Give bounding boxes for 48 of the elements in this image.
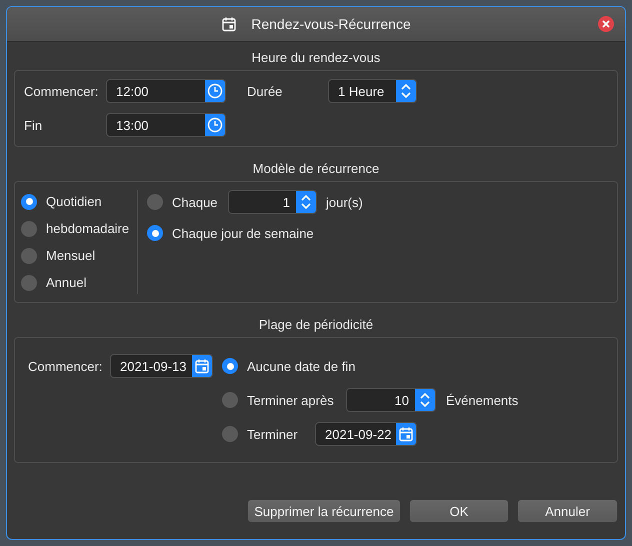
up-down-arrows-icon <box>400 82 412 100</box>
radio-button[interactable] <box>222 358 238 374</box>
radio-button[interactable] <box>222 392 238 408</box>
clock-icon <box>207 83 223 99</box>
up-down-arrows-icon <box>300 193 312 211</box>
radio-label: Chaque jour de semaine <box>172 226 314 240</box>
date-field[interactable]: 2021-09-13 <box>110 354 213 378</box>
radio-label: Mensuel <box>46 248 96 263</box>
unit-label: jour(s) <box>326 194 364 210</box>
section-heading: Heure du rendez-vous <box>252 50 380 65</box>
date-field[interactable]: 2021-09-22 <box>315 422 417 446</box>
section-heading: Plage de périodicité <box>258 317 374 332</box>
dialog-button[interactable]: Supprimer la récurrence <box>247 499 401 523</box>
radio-button[interactable] <box>222 426 238 442</box>
calendar-icon <box>221 16 238 32</box>
radio-label: Terminer <box>247 426 299 442</box>
radio-button[interactable] <box>21 220 37 236</box>
unit-label: Événements <box>446 392 520 408</box>
section-heading: Modèle de récurrence <box>252 161 380 176</box>
radio-button[interactable] <box>21 274 37 290</box>
close-button[interactable] <box>598 16 614 32</box>
calendar-icon <box>398 426 414 442</box>
clock-icon <box>207 117 223 133</box>
up-down-arrows-icon <box>419 391 431 409</box>
field-label: Durée <box>247 84 284 98</box>
radio-label: hebdomadaire <box>46 221 130 236</box>
radio-button[interactable] <box>147 194 163 210</box>
calendar-icon <box>194 358 210 374</box>
radio-label: Terminer après <box>247 392 335 408</box>
radio-label: Chaque <box>172 194 219 210</box>
radio-button[interactable] <box>147 225 163 241</box>
time-field[interactable]: 13:00 <box>106 113 226 137</box>
field-label: Fin <box>24 118 44 132</box>
number-spinbox[interactable]: 10 <box>346 388 436 412</box>
radio-label: Quotidien <box>46 194 102 209</box>
number-spinbox[interactable]: 1 <box>228 190 317 214</box>
dialog-button[interactable]: Annuler <box>517 499 618 523</box>
field-label: Commencer: <box>28 358 104 374</box>
radio-label: Aucune date de fin <box>247 358 356 374</box>
radio-button[interactable] <box>21 194 37 210</box>
radio-button[interactable] <box>21 248 37 264</box>
dialog-button[interactable]: OK <box>409 499 509 523</box>
duration-spinbox[interactable]: 1 Heure <box>328 79 417 103</box>
close-icon <box>602 20 610 28</box>
radio-label: Annuel <box>46 275 86 290</box>
time-field[interactable]: 12:00 <box>106 79 226 103</box>
field-label: Commencer: <box>24 84 100 98</box>
window-title: Rendez-vous-Récurrence <box>251 16 411 32</box>
